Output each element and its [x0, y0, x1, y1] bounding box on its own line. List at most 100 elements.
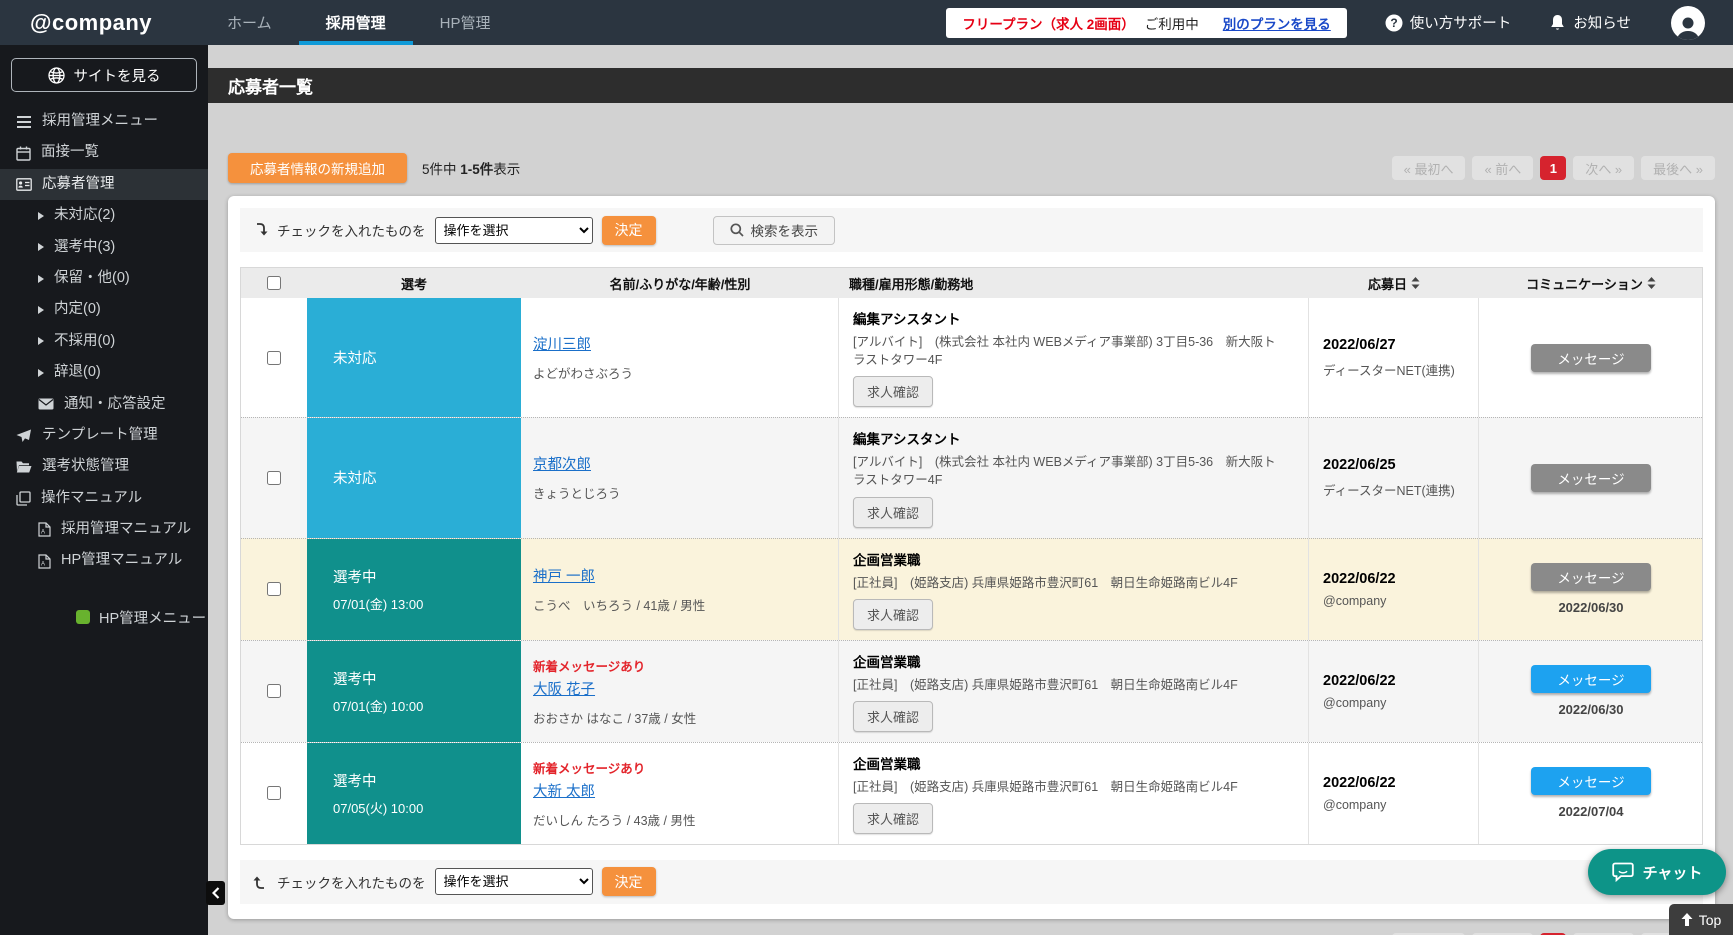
globe-icon [48, 67, 65, 84]
top-navbar: @company ホーム 採用管理 HP管理 フリープラン（求人 2画面） ご利… [0, 0, 1733, 45]
add-applicant-button[interactable]: 応募者情報の新規追加 [228, 153, 407, 183]
sidebar-item-offer[interactable]: 内定(0) [0, 294, 208, 325]
paper-plane-icon [16, 429, 32, 443]
job-detail: [アルバイト] (株式会社 本社内 WEBメディア事業部) 3丁目5-36 新大… [853, 453, 1283, 489]
status-cell: 未対応 [307, 418, 521, 537]
status-datetime: 07/01(金) 13:00 [333, 594, 521, 613]
job-check-button[interactable]: 求人確認 [853, 599, 933, 630]
sidebar-item-status-management[interactable]: 選考状態管理 [0, 451, 208, 482]
sidebar-item-screening[interactable]: 選考中(3) [0, 232, 208, 263]
sidebar-item-template-management[interactable]: テンプレート管理 [0, 420, 208, 451]
table-row: 未対応 淀川三郎 よどがわさぶろう 編集アシスタント [アルバイト] (株式会社… [241, 298, 1702, 417]
bulk-action-select[interactable]: 操作を選択 [435, 217, 593, 244]
application-date: 2022/06/22 [1323, 571, 1396, 587]
message-button[interactable]: メッセージ [1531, 464, 1651, 492]
nav-home[interactable]: ホーム [200, 0, 299, 45]
bulk-action-label: チェックを入れたものを [277, 872, 426, 892]
job-title: 企画営業職 [853, 549, 921, 569]
sidebar-item-manual[interactable]: 操作マニュアル [0, 483, 208, 514]
application-source: @company [1323, 594, 1386, 608]
news-button[interactable]: お知らせ [1549, 12, 1631, 33]
page-prev-button[interactable]: « 前へ [1472, 156, 1533, 180]
bulk-action-submit-button[interactable]: 決定 [602, 216, 656, 245]
pdf-file-icon: A [38, 554, 51, 569]
job-detail: [正社員] (姫路支店) 兵庫県姫路市豊沢町61 朝日生命姫路南ビル4F [853, 676, 1238, 694]
bulk-action-select[interactable]: 操作を選択 [435, 868, 593, 895]
applicant-name-link[interactable]: 神戸 一郎 [533, 565, 595, 586]
applicant-table: 選考 名前/ふりがな/年齢/性別 職種/雇用形態/勤務地 応募日 コミュニケーシ… [240, 267, 1703, 845]
sidebar-menu: 採用管理メニュー 面接一覧 応募者管理 未対応(2) 選考中(3) 保留・他(0… [0, 106, 208, 577]
bulk-action-toolbar-top: チェックを入れたものを 操作を選択 決定 検索を表示 [240, 208, 1703, 252]
sidebar-item-label: テンプレート管理 [42, 427, 158, 444]
applicant-name-link[interactable]: 大阪 花子 [533, 678, 595, 699]
application-source: @company [1323, 798, 1386, 812]
sidebar-item-interviews[interactable]: 面接一覧 [0, 137, 208, 168]
application-date: 2022/06/22 [1323, 673, 1396, 689]
job-check-button[interactable]: 求人確認 [853, 701, 933, 732]
nav-recruit-management[interactable]: 採用管理 [299, 0, 413, 45]
support-button[interactable]: ? 使い方サポート [1385, 12, 1512, 33]
bulk-action-submit-button[interactable]: 決定 [602, 867, 656, 896]
pagination-top: « 最初へ « 前へ 1 次へ » 最後へ » [1392, 156, 1715, 180]
message-button[interactable]: メッセージ [1531, 665, 1651, 693]
view-site-button[interactable]: サイトを見る [11, 58, 197, 92]
job-check-button[interactable]: 求人確認 [853, 497, 933, 528]
chat-button[interactable]: チャット [1588, 849, 1726, 895]
sidebar-item-recruit-menu[interactable]: 採用管理メニュー [0, 106, 208, 137]
sidebar-item-label: 応募者管理 [42, 176, 115, 193]
pdf-file-icon: A [38, 522, 51, 537]
job-check-button[interactable]: 求人確認 [853, 803, 933, 834]
bulk-action-toolbar-bottom: チェックを入れたものを 操作を選択 決定 [240, 860, 1703, 904]
sidebar-item-applicant-management[interactable]: 応募者管理 [0, 169, 208, 200]
row-checkbox[interactable] [267, 684, 281, 698]
row-checkbox[interactable] [267, 582, 281, 596]
applicant-name-link[interactable]: 淀川三郎 [533, 333, 591, 354]
applicant-name-link[interactable]: 大新 太郎 [533, 780, 595, 801]
applicant-name-link[interactable]: 京都次郎 [533, 453, 591, 474]
header-communication[interactable]: コミュニケーション [1479, 274, 1703, 293]
message-button[interactable]: メッセージ [1531, 563, 1651, 591]
sidebar-item-rejected[interactable]: 不採用(0) [0, 326, 208, 357]
sidebar-item-label: 通知・応答設定 [64, 396, 166, 413]
calendar-icon [16, 146, 31, 161]
search-icon [730, 223, 744, 237]
page-first-button[interactable]: « 最初へ [1392, 156, 1466, 180]
scroll-to-top-button[interactable]: Top [1669, 904, 1733, 935]
job-check-button[interactable]: 求人確認 [853, 376, 933, 407]
plan-banner: フリープラン（求人 2画面） ご利用中 別のプランを見る [946, 8, 1346, 38]
header-date[interactable]: 応募日 [1309, 274, 1479, 293]
select-all-checkbox[interactable] [267, 276, 281, 290]
page-next-button[interactable]: 次へ » [1573, 156, 1634, 180]
row-checkbox[interactable] [267, 471, 281, 485]
sidebar-item-recruit-manual[interactable]: A 採用管理マニュアル [0, 514, 208, 545]
show-search-button[interactable]: 検索を表示 [713, 216, 836, 245]
message-button[interactable]: メッセージ [1531, 767, 1651, 795]
apply-down-arrow-icon [253, 222, 268, 238]
new-message-badge: 新着メッセージあり [533, 758, 645, 777]
application-source: @company [1323, 696, 1386, 710]
message-button[interactable]: メッセージ [1531, 344, 1651, 372]
page-last-button[interactable]: 最後へ » [1641, 156, 1715, 180]
sidebar-item-declined[interactable]: 辞退(0) [0, 357, 208, 388]
view-other-plans-link[interactable]: 別のプランを見る [1223, 13, 1331, 33]
user-avatar[interactable] [1671, 6, 1705, 40]
row-checkbox[interactable] [267, 351, 281, 365]
sidebar-item-hold[interactable]: 保留・他(0) [0, 263, 208, 294]
page-current-button[interactable]: 1 [1540, 156, 1566, 180]
row-checkbox[interactable] [267, 786, 281, 800]
sidebar-footer-hp-menu[interactable]: HP管理メニュー [0, 607, 208, 628]
job-title: 編集アシスタント [853, 308, 960, 328]
nav-hp-management[interactable]: HP管理 [413, 0, 518, 45]
result-count: 5件中 1-5件表示 [422, 158, 520, 178]
bell-icon [1549, 14, 1566, 32]
sidebar-collapse-button[interactable] [206, 881, 225, 905]
sidebar-item-hp-manual[interactable]: A HP管理マニュアル [0, 545, 208, 576]
page-title: 応募者一覧 [228, 73, 313, 98]
svg-text:?: ? [1390, 16, 1397, 30]
sidebar-item-untouched[interactable]: 未対応(2) [0, 200, 208, 231]
sidebar-item-notification-settings[interactable]: 通知・応答設定 [0, 389, 208, 420]
furigana-text: よどがわさぶろう [533, 363, 633, 382]
table-row-highlighted: 選考中 07/01(金) 13:00 神戸 一郎 こうべ いちろう / 41歳 … [241, 538, 1702, 640]
header-name: 名前/ふりがな/年齢/性別 [521, 274, 839, 293]
application-date: 2022/06/27 [1323, 337, 1396, 353]
